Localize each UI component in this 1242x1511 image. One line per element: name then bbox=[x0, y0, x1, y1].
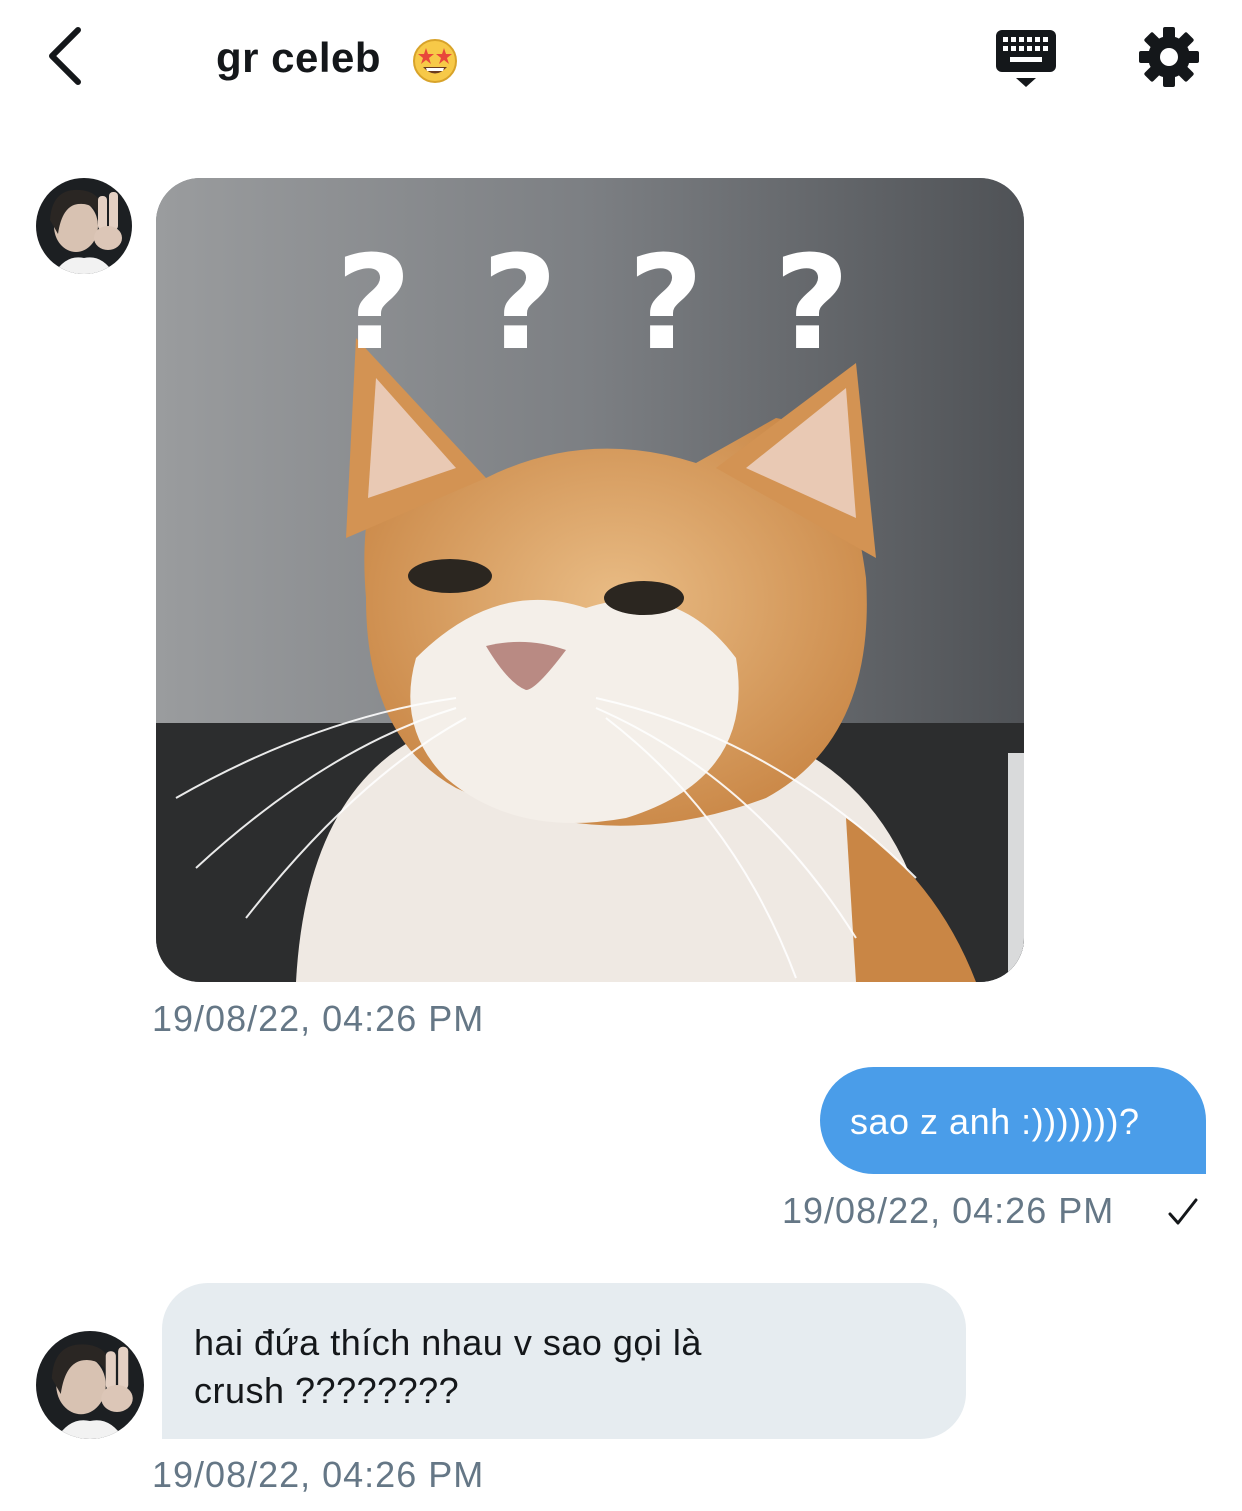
message-timestamp: 19/08/22, 04:26 PM bbox=[152, 998, 485, 1039]
message-timestamp: 19/08/22, 04:26 PM bbox=[152, 1454, 485, 1495]
svg-text:?: ? bbox=[482, 227, 557, 379]
message-text: sao z anh :)))))))? bbox=[850, 1101, 1140, 1142]
conversation-header: gr celeb bbox=[0, 0, 1242, 120]
settings-button[interactable] bbox=[1138, 26, 1200, 88]
outgoing-message-bubble[interactable]: sao z anh :)))))))? bbox=[820, 1067, 1206, 1174]
avatar[interactable] bbox=[36, 178, 132, 274]
svg-text:?: ? bbox=[336, 227, 411, 379]
image-message[interactable]: ? ? ? ? bbox=[156, 178, 1024, 982]
keyboard-icon bbox=[996, 30, 1056, 87]
star-struck-emoji-icon bbox=[413, 39, 457, 83]
avatar[interactable] bbox=[36, 1331, 144, 1439]
svg-text:?: ? bbox=[774, 227, 849, 379]
svg-text:?: ? bbox=[628, 227, 703, 379]
avatar-photo bbox=[36, 1331, 144, 1439]
message-text-line: crush ???????? bbox=[194, 1370, 460, 1411]
avatar-photo bbox=[36, 178, 132, 274]
keyboard-toggle-button[interactable] bbox=[994, 26, 1058, 90]
conversation-title: gr celeb bbox=[216, 34, 382, 81]
gear-icon bbox=[1139, 27, 1199, 87]
cat-meme-image: ? ? ? ? bbox=[156, 178, 1024, 982]
message-timestamp: 19/08/22, 04:26 PM bbox=[782, 1190, 1115, 1231]
message-text-line: hai đứa thích nhau v sao gọi là bbox=[194, 1322, 702, 1363]
back-chevron-icon bbox=[49, 27, 81, 85]
incoming-message-bubble[interactable]: hai đứa thích nhau v sao gọi là crush ??… bbox=[162, 1283, 966, 1439]
check-icon bbox=[1168, 1198, 1198, 1225]
back-button[interactable] bbox=[38, 22, 98, 92]
